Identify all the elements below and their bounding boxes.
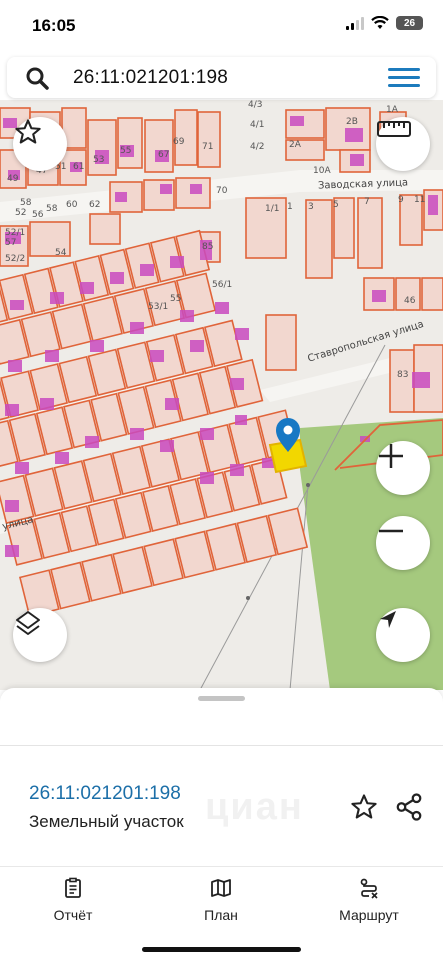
map-label: 69 (173, 137, 185, 147)
map-label: 54 (55, 248, 67, 258)
navigation-arrow-icon (380, 611, 396, 628)
parcel-type: Земельный участок (29, 812, 184, 831)
map-label: 70 (216, 186, 228, 196)
map-label: 56/1 (212, 280, 233, 290)
menu-icon[interactable] (388, 68, 420, 88)
map-label: 1А (386, 105, 398, 115)
map-label: 1 (287, 202, 293, 212)
map-label: 57 (5, 238, 17, 248)
star-icon[interactable] (349, 792, 379, 822)
status-time: 16:05 (32, 16, 76, 35)
cian-watermark: циан (205, 786, 304, 828)
nav-label: Отчёт (53, 907, 93, 923)
zoom-in-button[interactable] (376, 441, 430, 495)
map-label: 4/1 (250, 120, 265, 130)
minus-icon (379, 529, 403, 533)
map-label: 11 (414, 195, 426, 205)
map-label: 55 (170, 294, 182, 304)
map-label: 67 (158, 150, 170, 160)
map-label: 53/1 (148, 302, 169, 312)
parcel-cadastral-number[interactable]: 26:11:021201:198 (29, 783, 181, 805)
parcel-info-sheet[interactable]: циан 26:11:021201:198 Земельный участок (0, 688, 443, 868)
plus-icon (379, 444, 403, 468)
status-icons: 26 (346, 16, 423, 30)
layers-button[interactable] (13, 608, 67, 662)
signal-icon (346, 16, 364, 30)
map-label: 61 (73, 162, 85, 172)
map-label: 62 (89, 200, 101, 210)
wifi-icon (371, 16, 389, 29)
layers-icon (16, 611, 40, 635)
map-label: 71 (202, 142, 214, 152)
search-input[interactable]: 26:11:021201:198 (73, 67, 228, 89)
map-label: 4/3 (248, 100, 263, 110)
map-label: 2А (289, 140, 301, 150)
map-label: 52 (15, 208, 27, 218)
nav-item-plan[interactable]: План (166, 877, 276, 923)
sheet-drag-handle[interactable] (198, 696, 245, 701)
home-indicator[interactable] (142, 947, 301, 952)
status-bar: 16:05 26 (0, 0, 443, 52)
search-icon[interactable] (25, 66, 49, 90)
nav-item-route[interactable]: Маршрут (314, 877, 424, 923)
map-label: 46 (404, 296, 416, 306)
battery-indicator: 26 (396, 16, 423, 30)
bottom-navigation: Отчёт План Маршрут (0, 866, 443, 960)
zoom-out-button[interactable] (376, 516, 430, 570)
map-label: 1/1 (265, 204, 280, 214)
locate-button[interactable] (376, 608, 430, 662)
map-label: 10А (313, 166, 331, 176)
map-label: 49 (7, 174, 19, 184)
report-icon (65, 877, 81, 898)
map-label: 55 (120, 146, 132, 156)
map-label: 52/1 (5, 228, 26, 238)
nav-label: Маршрут (339, 907, 399, 923)
share-icon[interactable] (394, 792, 424, 822)
favorite-map-button[interactable] (13, 117, 67, 171)
divider (0, 745, 443, 746)
ruler-button[interactable] (376, 117, 430, 171)
star-icon (15, 119, 41, 144)
route-icon (360, 878, 378, 899)
map-label: 85 (202, 242, 214, 252)
search-bar[interactable]: 26:11:021201:198 (7, 57, 436, 98)
map-label: 56 (32, 210, 44, 220)
map-label: 58 (20, 198, 32, 208)
map-label: 83 (397, 370, 409, 380)
map-label: 9 (398, 195, 404, 205)
map-label: 3 (308, 202, 314, 212)
cadastral-map[interactable]: 4/3 4/1 4/2 2А 2В 10А 1А 69 71 67 61 53 … (0, 100, 443, 690)
ruler-icon (377, 121, 411, 137)
map-label: 5 (333, 200, 339, 210)
nav-item-report[interactable]: Отчёт (18, 877, 128, 923)
map-label: 7 (364, 197, 370, 207)
map-label: 60 (66, 200, 78, 210)
map-label: 58 (46, 204, 58, 214)
map-icon (211, 879, 231, 897)
nav-label: План (204, 907, 238, 923)
map-label: 2В (346, 117, 358, 127)
map-label: 52/2 (5, 254, 26, 264)
map-label: 4/2 (250, 142, 265, 152)
map-label: 53 (93, 155, 105, 165)
